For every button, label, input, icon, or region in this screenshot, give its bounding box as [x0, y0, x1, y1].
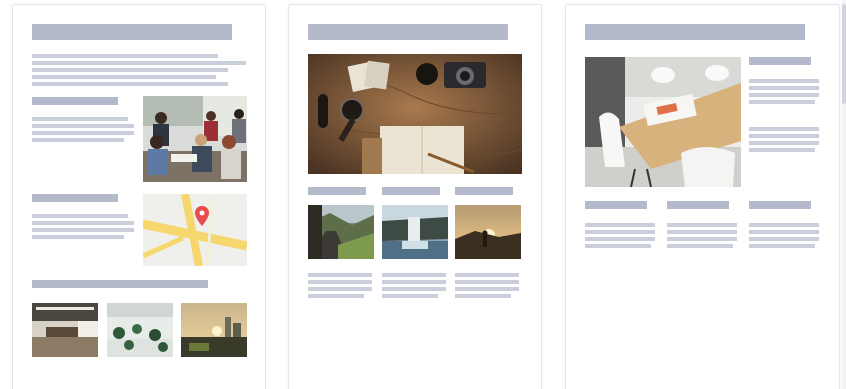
text-line-placeholder: [749, 244, 815, 248]
text-line-placeholder: [32, 214, 128, 218]
text-line-placeholder: [585, 223, 655, 227]
text-line-placeholder: [32, 228, 134, 232]
text-line-placeholder: [749, 148, 815, 152]
text-line-placeholder: [585, 230, 655, 234]
text-line-placeholder: [585, 237, 655, 241]
template-card-3[interactable]: [565, 4, 840, 389]
subheading-placeholder: [32, 97, 118, 105]
text-line-placeholder: [308, 294, 364, 298]
text-line-placeholder: [308, 287, 372, 291]
text-line-placeholder: [749, 230, 819, 234]
heading-placeholder: [585, 24, 805, 40]
text-line-placeholder: [382, 294, 438, 298]
text-line-placeholder: [749, 237, 819, 241]
text-line-placeholder: [585, 244, 651, 248]
text-line-placeholder: [749, 134, 819, 138]
text-line-placeholder: [749, 223, 819, 227]
office-lobby-photo: [32, 303, 98, 357]
team-meeting-photo: [143, 96, 247, 182]
text-line-placeholder: [32, 138, 124, 142]
text-line-placeholder: [382, 287, 446, 291]
subheading-placeholder: [455, 187, 513, 195]
subheading-placeholder: [749, 57, 811, 65]
text-line-placeholder: [455, 294, 511, 298]
text-line-placeholder: [455, 280, 519, 284]
text-line-placeholder: [32, 68, 228, 72]
office-plants-photo: [107, 303, 173, 357]
text-line-placeholder: [749, 100, 815, 104]
text-line-placeholder: [32, 131, 134, 135]
subheading-placeholder: [32, 280, 208, 288]
text-line-placeholder: [32, 82, 228, 86]
text-line-placeholder: [32, 54, 218, 58]
subheading-placeholder: [667, 201, 729, 209]
scrollbar-thumb[interactable]: [842, 4, 846, 104]
text-line-placeholder: [382, 273, 446, 277]
waterfall-photo: [382, 205, 448, 259]
hiker-sunset-photo: [455, 205, 521, 259]
subheading-placeholder: [585, 201, 647, 209]
text-line-placeholder: [32, 235, 124, 239]
map-location: [143, 194, 247, 266]
mountain-road-photo: [308, 205, 374, 259]
text-line-placeholder: [308, 273, 372, 277]
city-sunset-photo: [181, 303, 247, 357]
text-line-placeholder: [749, 127, 819, 131]
template-card-2[interactable]: [288, 4, 542, 389]
text-line-placeholder: [749, 79, 819, 83]
text-line-placeholder: [667, 223, 737, 227]
text-line-placeholder: [749, 93, 819, 97]
subheading-placeholder: [308, 187, 366, 195]
subheading-placeholder: [382, 187, 440, 195]
text-line-placeholder: [382, 280, 446, 284]
subheading-placeholder: [749, 201, 811, 209]
text-line-placeholder: [32, 117, 128, 121]
text-line-placeholder: [455, 273, 519, 277]
text-line-placeholder: [32, 75, 216, 79]
meeting-table-photo: [585, 57, 741, 187]
text-line-placeholder: [32, 61, 246, 65]
text-line-placeholder: [749, 86, 819, 90]
text-line-placeholder: [455, 287, 519, 291]
template-card-1[interactable]: [12, 4, 266, 389]
text-line-placeholder: [749, 141, 819, 145]
subheading-placeholder: [32, 194, 118, 202]
template-gallery: [0, 0, 846, 389]
heading-placeholder: [308, 24, 508, 40]
text-line-placeholder: [667, 244, 733, 248]
text-line-placeholder: [32, 221, 134, 225]
text-line-placeholder: [667, 237, 737, 241]
scrollbar[interactable]: [842, 0, 846, 389]
text-line-placeholder: [308, 280, 372, 284]
map-pin-icon: [195, 206, 209, 226]
text-line-placeholder: [32, 124, 134, 128]
text-line-placeholder: [667, 230, 737, 234]
travel-desk-photo: [308, 54, 522, 174]
heading-placeholder: [32, 24, 232, 40]
